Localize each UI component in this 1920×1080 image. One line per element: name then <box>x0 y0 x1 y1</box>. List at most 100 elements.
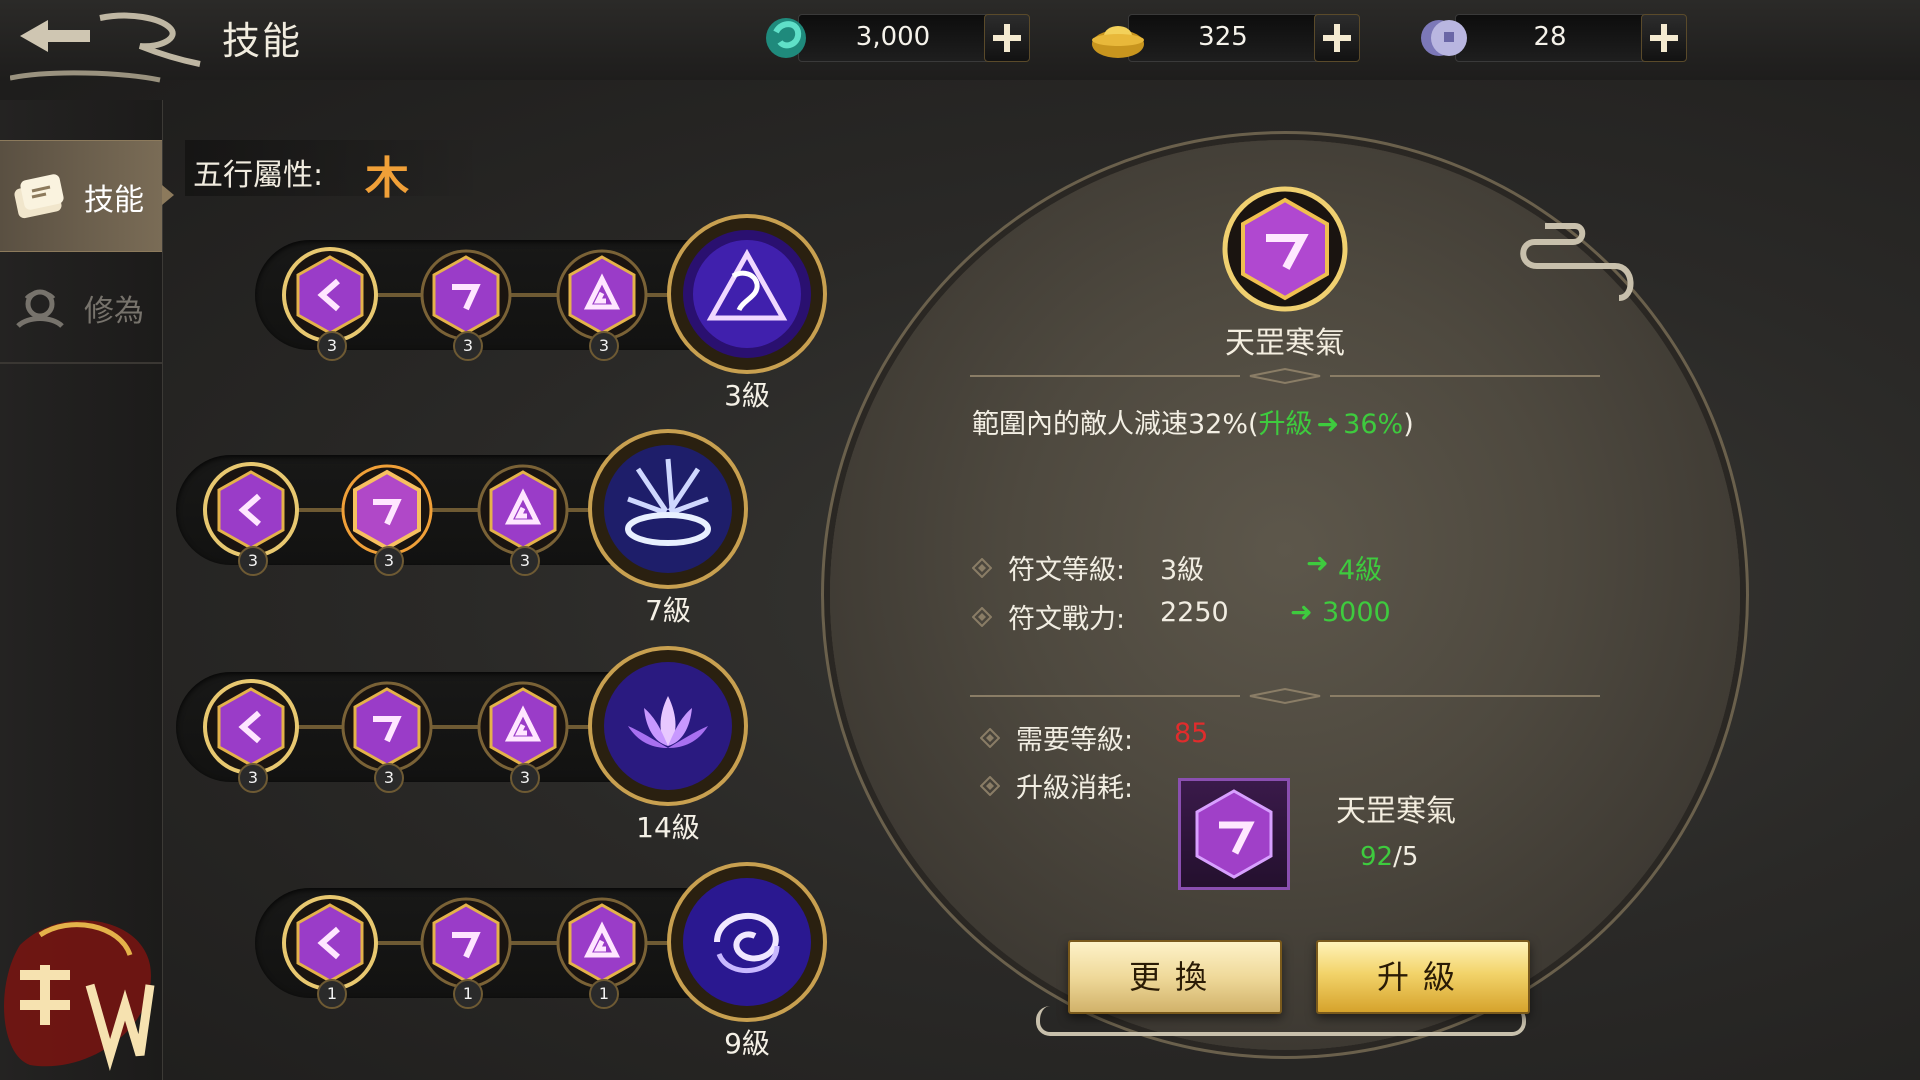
rune-count: 3 <box>510 763 540 793</box>
skill-name: 天罡寒氣 <box>1225 326 1345 361</box>
currency-amount: 325 <box>1198 22 1248 52</box>
lotus-icon[interactable] <box>588 646 748 806</box>
currency-silver: 28 <box>1415 14 1690 62</box>
sidebar-item-label: 技能 <box>84 183 144 218</box>
skill-level: 7級 <box>645 594 691 627</box>
rune-slot[interactable] <box>554 895 650 991</box>
skill-row-3: 3 3 3 14級 <box>176 646 756 844</box>
cost-have: 92 <box>1360 842 1394 872</box>
rune-slot[interactable] <box>475 462 571 558</box>
rune-level-label: 符文等級: <box>1008 555 1126 586</box>
game-logo <box>3 920 155 1072</box>
cost-rune-icon <box>1195 789 1273 879</box>
desc-suffix: ) <box>1403 409 1414 440</box>
cost-item-name: 天罡寒氣 <box>1336 794 1456 829</box>
rune-count: 3 <box>589 331 619 361</box>
sidebar-item-label: 修為 <box>84 294 144 329</box>
burst-icon[interactable] <box>588 429 748 589</box>
rune-level-row: 符文等級: 3級 ➜ 4級 <box>972 548 1392 588</box>
cloud-ornament-icon <box>1520 223 1634 301</box>
skill-level: 14級 <box>636 811 700 844</box>
sidebar-item-skill[interactable]: 技能 <box>0 140 174 252</box>
desc-next-value: 36% <box>1343 409 1404 440</box>
rune-slot[interactable] <box>282 895 378 991</box>
skill-row-1: 3 3 3 3級 <box>255 214 835 412</box>
currency-amount: 3,000 <box>855 22 931 52</box>
page-title: 技能 <box>222 19 303 63</box>
sidebar-item-cultivation[interactable]: 修為 <box>0 252 162 362</box>
skill-row-2: 3 3 3 7級 <box>176 429 756 627</box>
divider <box>970 687 1600 705</box>
rune-power-label: 符文戰力: <box>1008 604 1126 635</box>
required-level-label: 需要等級: <box>1016 725 1134 756</box>
rune-count: 3 <box>238 763 268 793</box>
green-arrow-icon: ➜ <box>1290 597 1313 628</box>
diamond-bullet-icon <box>980 776 1000 796</box>
rune-count: 3 <box>238 546 268 576</box>
skill-description: 範圍內的敵人減速32%(升級 ➜ 36%) <box>972 402 1414 441</box>
rune-count: 3 <box>374 546 404 576</box>
rune-count: 3 <box>374 763 404 793</box>
green-arrow-icon: ➜ <box>1316 409 1340 440</box>
rune-count: 1 <box>589 979 619 1009</box>
back-button[interactable] <box>10 8 210 98</box>
add-gold-button[interactable] <box>1314 14 1360 62</box>
replace-button[interactable]: 更換 <box>1068 940 1282 1014</box>
back-arrow-icon <box>20 20 90 52</box>
skill-screen: 技能 3,000 325 28 技能 修為 五行屬性: 木 3 3 3 3級 3… <box>0 0 1920 1080</box>
rune-slot[interactable] <box>475 679 571 775</box>
currency-amount: 28 <box>1533 22 1567 52</box>
rune-count: 3 <box>510 546 540 576</box>
skill-row-4: 1 1 1 9級 <box>255 862 835 1060</box>
selected-rune-icon <box>1222 186 1348 312</box>
rune-slot[interactable] <box>203 679 299 775</box>
gold-ingot-icon <box>1092 26 1144 58</box>
silver-coin-icon <box>1421 20 1467 56</box>
element-value: 木 <box>365 153 409 204</box>
cost-item-count: 92/5 <box>1360 842 1418 872</box>
rune-level-value: 3級 <box>1160 555 1205 586</box>
required-level-row: 需要等級: 85 <box>980 718 1300 758</box>
upgrade-cost-row: 升級消耗: <box>980 766 1180 806</box>
add-jade-button[interactable] <box>984 14 1030 62</box>
diamond-bullet-icon <box>972 607 992 627</box>
vortex-icon[interactable] <box>667 862 827 1022</box>
upgrade-cost-label: 升級消耗: <box>1016 773 1134 804</box>
rune-count: 1 <box>317 979 347 1009</box>
rune-power-row: 符文戰力: 2250 ➜ 3000 <box>972 597 1392 637</box>
cost-separator: / <box>1393 842 1402 872</box>
jade-icon <box>766 18 806 58</box>
cultivation-icon <box>16 289 64 328</box>
scroll-icon <box>14 174 64 219</box>
divider <box>970 367 1600 385</box>
rune-slot[interactable] <box>282 247 378 343</box>
rune-slot[interactable] <box>339 679 435 775</box>
rune-count: 1 <box>453 979 483 1009</box>
rune-count: 3 <box>317 331 347 361</box>
sidebar-divider <box>0 362 162 364</box>
desc-upgrade-label: 升級 <box>1258 409 1313 440</box>
diamond-bullet-icon <box>980 728 1000 748</box>
rune-slot[interactable] <box>418 895 514 991</box>
rune-slot[interactable] <box>554 247 650 343</box>
diamond-bullet-icon <box>972 558 992 578</box>
desc-text: 範圍內的敵人減速32%( <box>972 409 1259 440</box>
rune-level-next: 4級 <box>1338 555 1383 586</box>
triangle-sigil-icon[interactable] <box>667 214 827 374</box>
element-label: 五行屬性: <box>193 158 324 193</box>
rune-count: 3 <box>453 331 483 361</box>
rune-slot[interactable] <box>418 247 514 343</box>
add-silver-button[interactable] <box>1641 14 1687 62</box>
rune-slot[interactable] <box>339 462 435 558</box>
cost-need: 5 <box>1401 842 1419 872</box>
currency-jade: 3,000 <box>758 14 1033 62</box>
skill-level: 3級 <box>724 379 770 412</box>
cost-item-slot[interactable] <box>1178 778 1290 890</box>
rune-slot[interactable] <box>203 462 299 558</box>
rune-power-next: 3000 <box>1322 597 1391 628</box>
upgrade-button[interactable]: 升級 <box>1316 940 1530 1014</box>
element-attribute: 五行屬性: 木 <box>185 140 485 204</box>
skill-level: 9級 <box>724 1027 770 1060</box>
rune-power-value: 2250 <box>1160 597 1229 628</box>
green-arrow-icon: ➜ <box>1306 548 1329 579</box>
